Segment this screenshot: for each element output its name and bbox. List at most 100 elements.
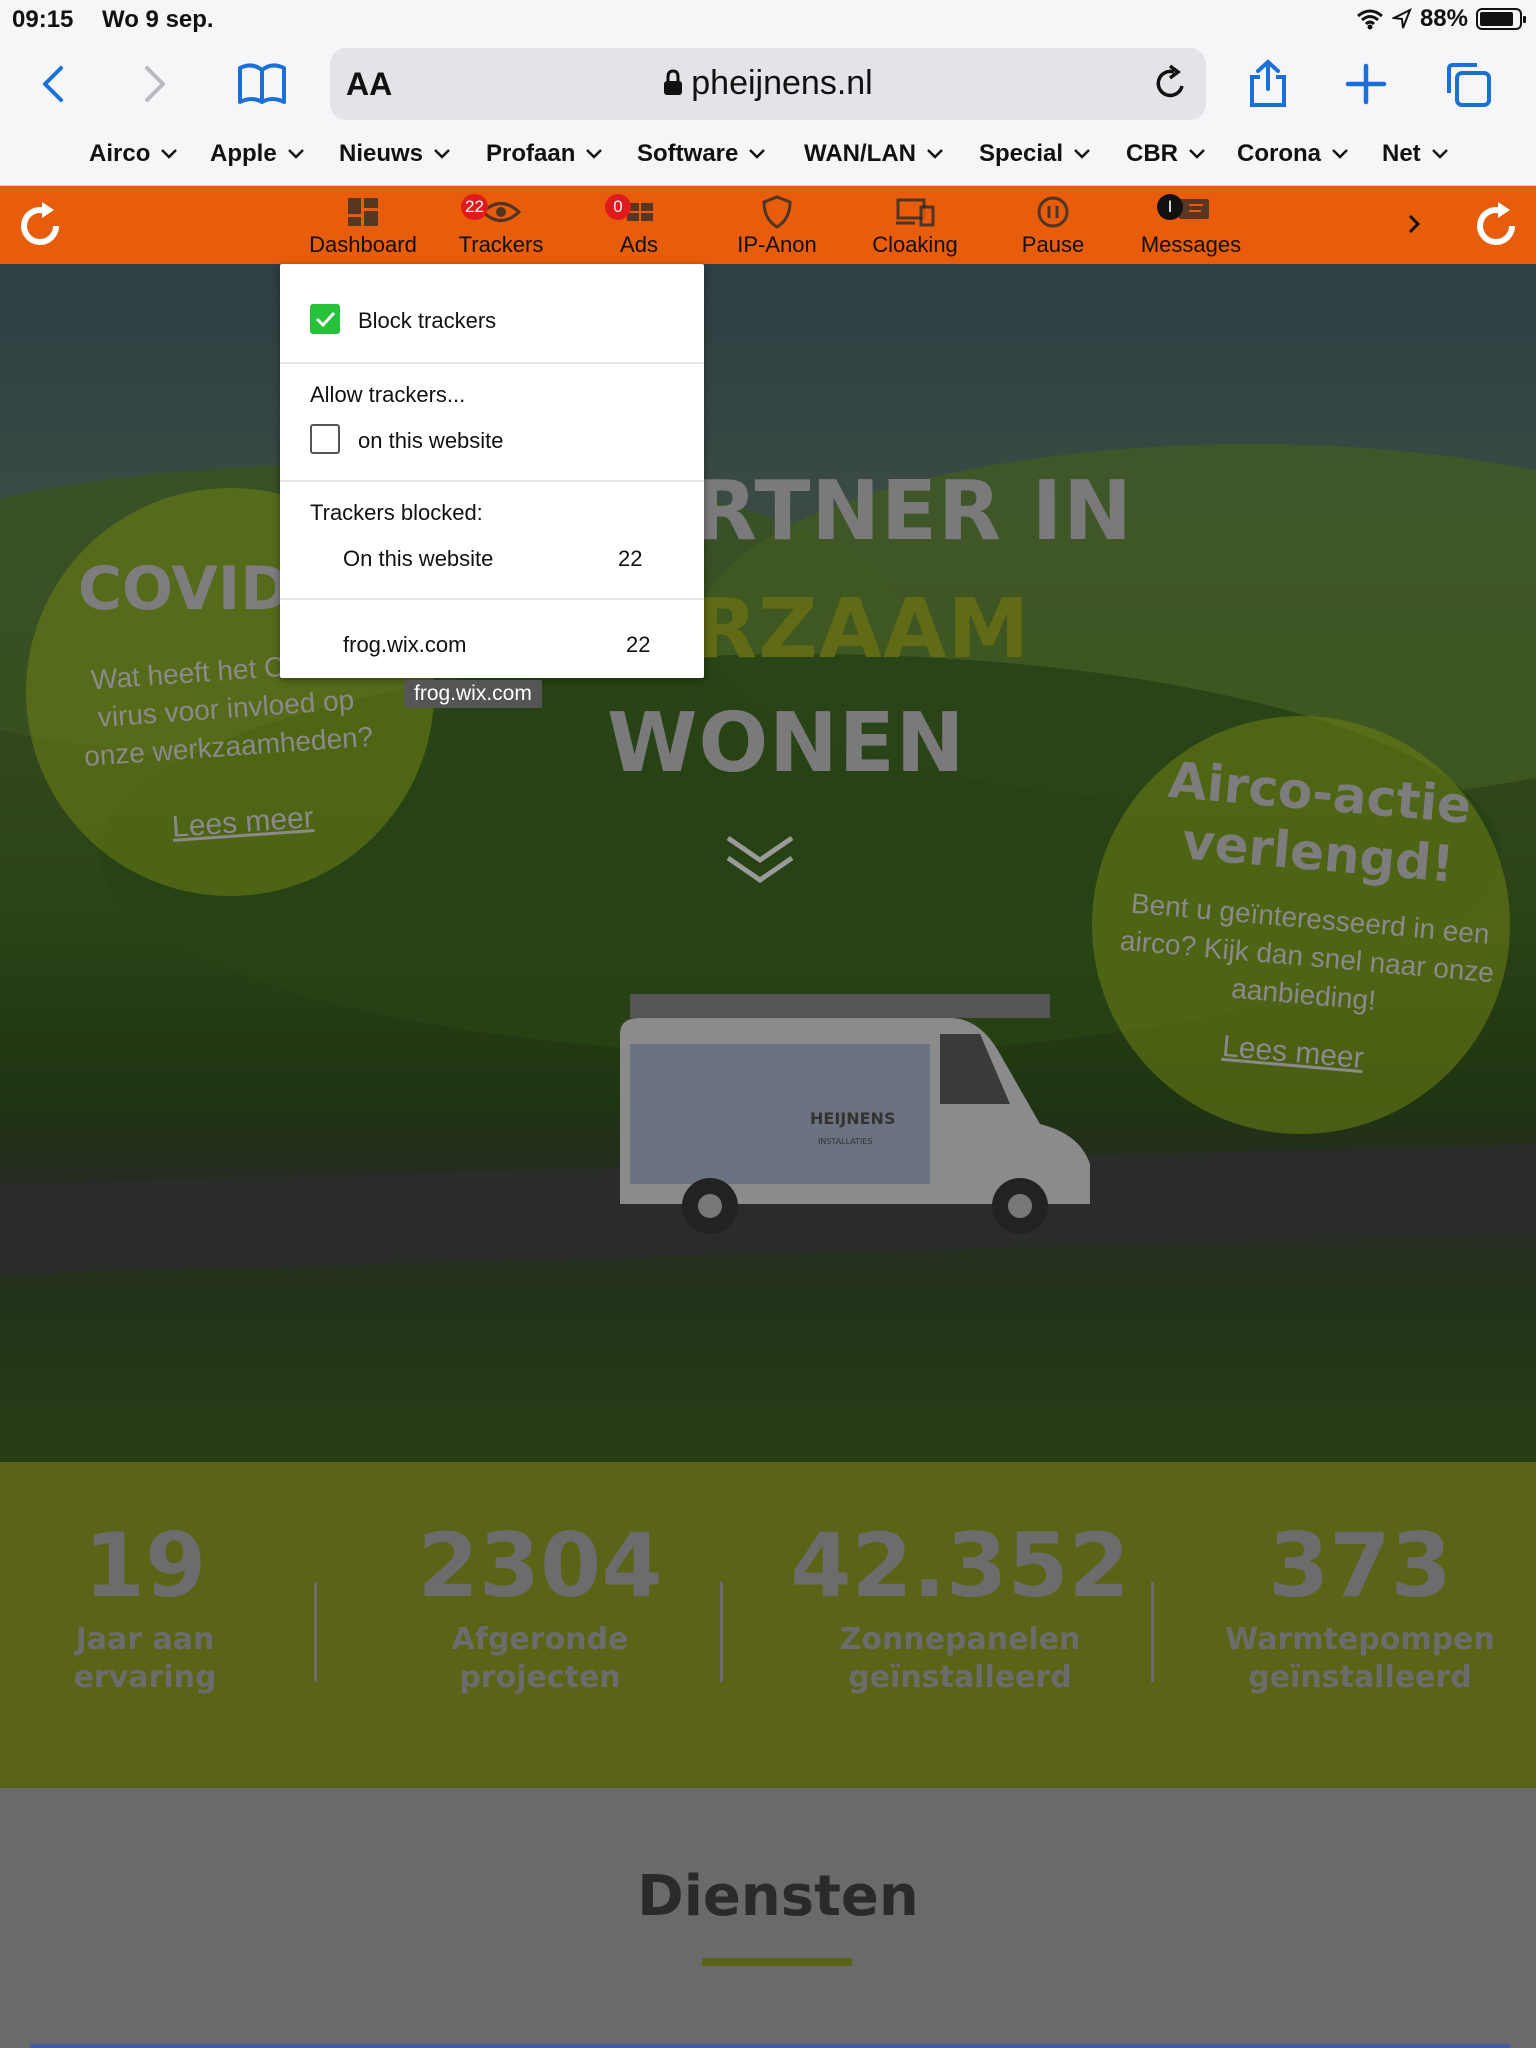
stat-number: 2304 <box>417 1514 663 1617</box>
browser-toolbar: AA pheijnens.nl <box>0 40 1536 130</box>
allow-site-checkbox[interactable] <box>310 424 340 454</box>
ext-pause[interactable]: Pause <box>983 192 1123 262</box>
covid-read-more-link[interactable]: Lees meer <box>171 801 315 845</box>
stat-projects: 2304 Afgeronde projecten <box>380 1514 700 1697</box>
ext-ip-anon[interactable]: IP-Anon <box>707 192 847 262</box>
allow-trackers-section: Allow trackers... on this website <box>280 364 704 482</box>
ext-dashboard[interactable]: Dashboard <box>293 192 433 262</box>
hero-line-3: WONEN <box>607 696 966 791</box>
bookmark-apple[interactable]: Apple <box>210 140 305 168</box>
messages-badge: I <box>1157 194 1183 220</box>
ext-ads[interactable]: 0 Ads <box>569 192 709 262</box>
ext-messages[interactable]: I Messages <box>1121 192 1261 262</box>
bookmark-label: Special <box>979 140 1064 167</box>
trackers-popup: Block trackers Allow trackers... on this… <box>280 264 704 678</box>
bookmark-cbr[interactable]: CBR <box>1126 140 1206 168</box>
bookmark-label: Nieuws <box>339 140 424 167</box>
ext-cloaking-label: Cloaking <box>872 232 958 257</box>
airco-text: Bent u geïnteresseerd in een airco? Kijk… <box>1118 887 1496 1017</box>
battery-icon <box>1476 8 1526 30</box>
location-icon <box>1391 8 1412 29</box>
bookmark-label: Apple <box>210 140 277 167</box>
bookmark-nieuws[interactable]: Nieuws <box>339 140 451 168</box>
shield-icon <box>762 195 792 229</box>
stat-number: 373 <box>1268 1514 1452 1617</box>
reload-icon[interactable] <box>1148 62 1192 106</box>
refresh-right-icon[interactable] <box>1470 200 1522 252</box>
url-text: pheijnens.nl <box>691 64 873 102</box>
allow-trackers-title: Allow trackers... <box>310 382 466 407</box>
forward-icon[interactable] <box>126 56 182 112</box>
status-time: 09:15 <box>12 6 74 33</box>
lock-icon <box>664 69 683 95</box>
url-display[interactable]: pheijnens.nl <box>330 64 1206 103</box>
refresh-icon[interactable] <box>14 200 66 252</box>
chevron-down-icon <box>1189 149 1205 159</box>
back-icon[interactable] <box>26 56 82 112</box>
stat-solar-panels: 42.352 Zonnepanelen geïnstalleerd <box>770 1514 1150 1697</box>
address-bar[interactable]: AA pheijnens.nl <box>330 48 1206 120</box>
hero-line-2: RZAAM <box>694 582 1031 677</box>
stat-caption-1: Jaar aan <box>75 1622 215 1657</box>
trackers-badge: 22 <box>461 194 488 220</box>
stat-experience: 19 Jaar aan ervaring <box>30 1514 260 1697</box>
bookmark-profaan[interactable]: Profaan <box>486 140 603 168</box>
blocked-site-label: On this website <box>343 546 494 571</box>
chevron-down-icon <box>287 149 304 159</box>
ext-pause-label: Pause <box>1021 232 1085 257</box>
bottom-strip <box>30 2044 1510 2048</box>
chevron-down-icon <box>927 149 943 159</box>
blocked-site-count: 22 <box>618 546 643 571</box>
block-trackers-checkbox[interactable] <box>310 304 340 334</box>
pause-icon <box>1037 196 1069 228</box>
bookmark-label: WAN/LAN <box>804 140 916 167</box>
chevron-down-icon <box>1332 149 1348 159</box>
share-icon[interactable] <box>1240 56 1296 112</box>
ext-trackers[interactable]: 22 Trackers <box>431 192 571 262</box>
airco-read-more-link[interactable]: Lees meer <box>1221 1030 1365 1076</box>
bookmark-label: CBR <box>1126 140 1178 167</box>
scroll-down-icon[interactable] <box>720 830 800 890</box>
services-section: Diensten <box>0 1788 1536 2048</box>
ext-cloaking[interactable]: Cloaking <box>845 192 985 262</box>
bookmark-label: Profaan <box>486 140 576 167</box>
bookmark-airco[interactable]: Airco <box>89 140 178 168</box>
domain-tooltip: frog.wix.com <box>404 680 542 708</box>
chevron-down-icon <box>586 149 603 159</box>
bookmark-corona[interactable]: Corona <box>1237 140 1349 168</box>
trackers-blocked-section: Trackers blocked: On this website 22 <box>280 482 704 600</box>
chevron-right-icon[interactable] <box>1400 204 1430 244</box>
ext-trackers-label: Trackers <box>458 232 544 257</box>
bookmarks-icon[interactable] <box>234 56 290 112</box>
bookmarks-bar: Airco Apple Nieuws Profaan Software WAN/… <box>0 130 1536 186</box>
battery-percent: 88% <box>1419 5 1468 32</box>
add-tab-icon[interactable] <box>1338 56 1394 112</box>
stat-number: 42.352 <box>790 1514 1130 1617</box>
tabs-icon[interactable] <box>1440 56 1496 112</box>
bookmark-wan-lan[interactable]: WAN/LAN <box>804 140 944 168</box>
checkmark-icon <box>315 311 336 328</box>
stat-caption-1: Afgeronde <box>451 1622 629 1657</box>
stat-heat-pumps: 373 Warmtepompen geïnstalleerd <box>1200 1514 1520 1697</box>
bookmark-label: Net <box>1382 140 1421 167</box>
services-underline <box>702 1958 852 1966</box>
tracker-domain-count: 22 <box>626 632 651 657</box>
status-bar: 09:15 Wo 9 sep. 88% <box>0 0 1536 40</box>
wifi-icon <box>1356 9 1383 30</box>
tracker-domain: frog.wix.com <box>343 632 467 657</box>
ext-ads-label: Ads <box>620 232 658 257</box>
block-trackers-row[interactable]: Block trackers <box>280 264 704 364</box>
ext-ip-anon-label: IP-Anon <box>737 232 817 257</box>
services-title: Diensten <box>637 1864 919 1929</box>
bookmark-special[interactable]: Special <box>979 140 1091 168</box>
chevron-down-icon <box>434 149 450 159</box>
airco-bubble[interactable]: Airco-actie verlengd! Bent u geïnteresse… <box>1092 716 1510 1134</box>
ext-dashboard-label: Dashboard <box>309 232 417 257</box>
ads-badge: 0 <box>605 194 631 220</box>
bookmark-software[interactable]: Software <box>637 140 766 168</box>
bookmark-net[interactable]: Net <box>1382 140 1449 168</box>
tracker-domain-row[interactable]: frog.wix.com 22 <box>280 600 704 678</box>
chevron-down-icon <box>161 149 178 159</box>
stat-caption-2: projecten <box>459 1660 621 1695</box>
devices-icon <box>896 198 935 227</box>
